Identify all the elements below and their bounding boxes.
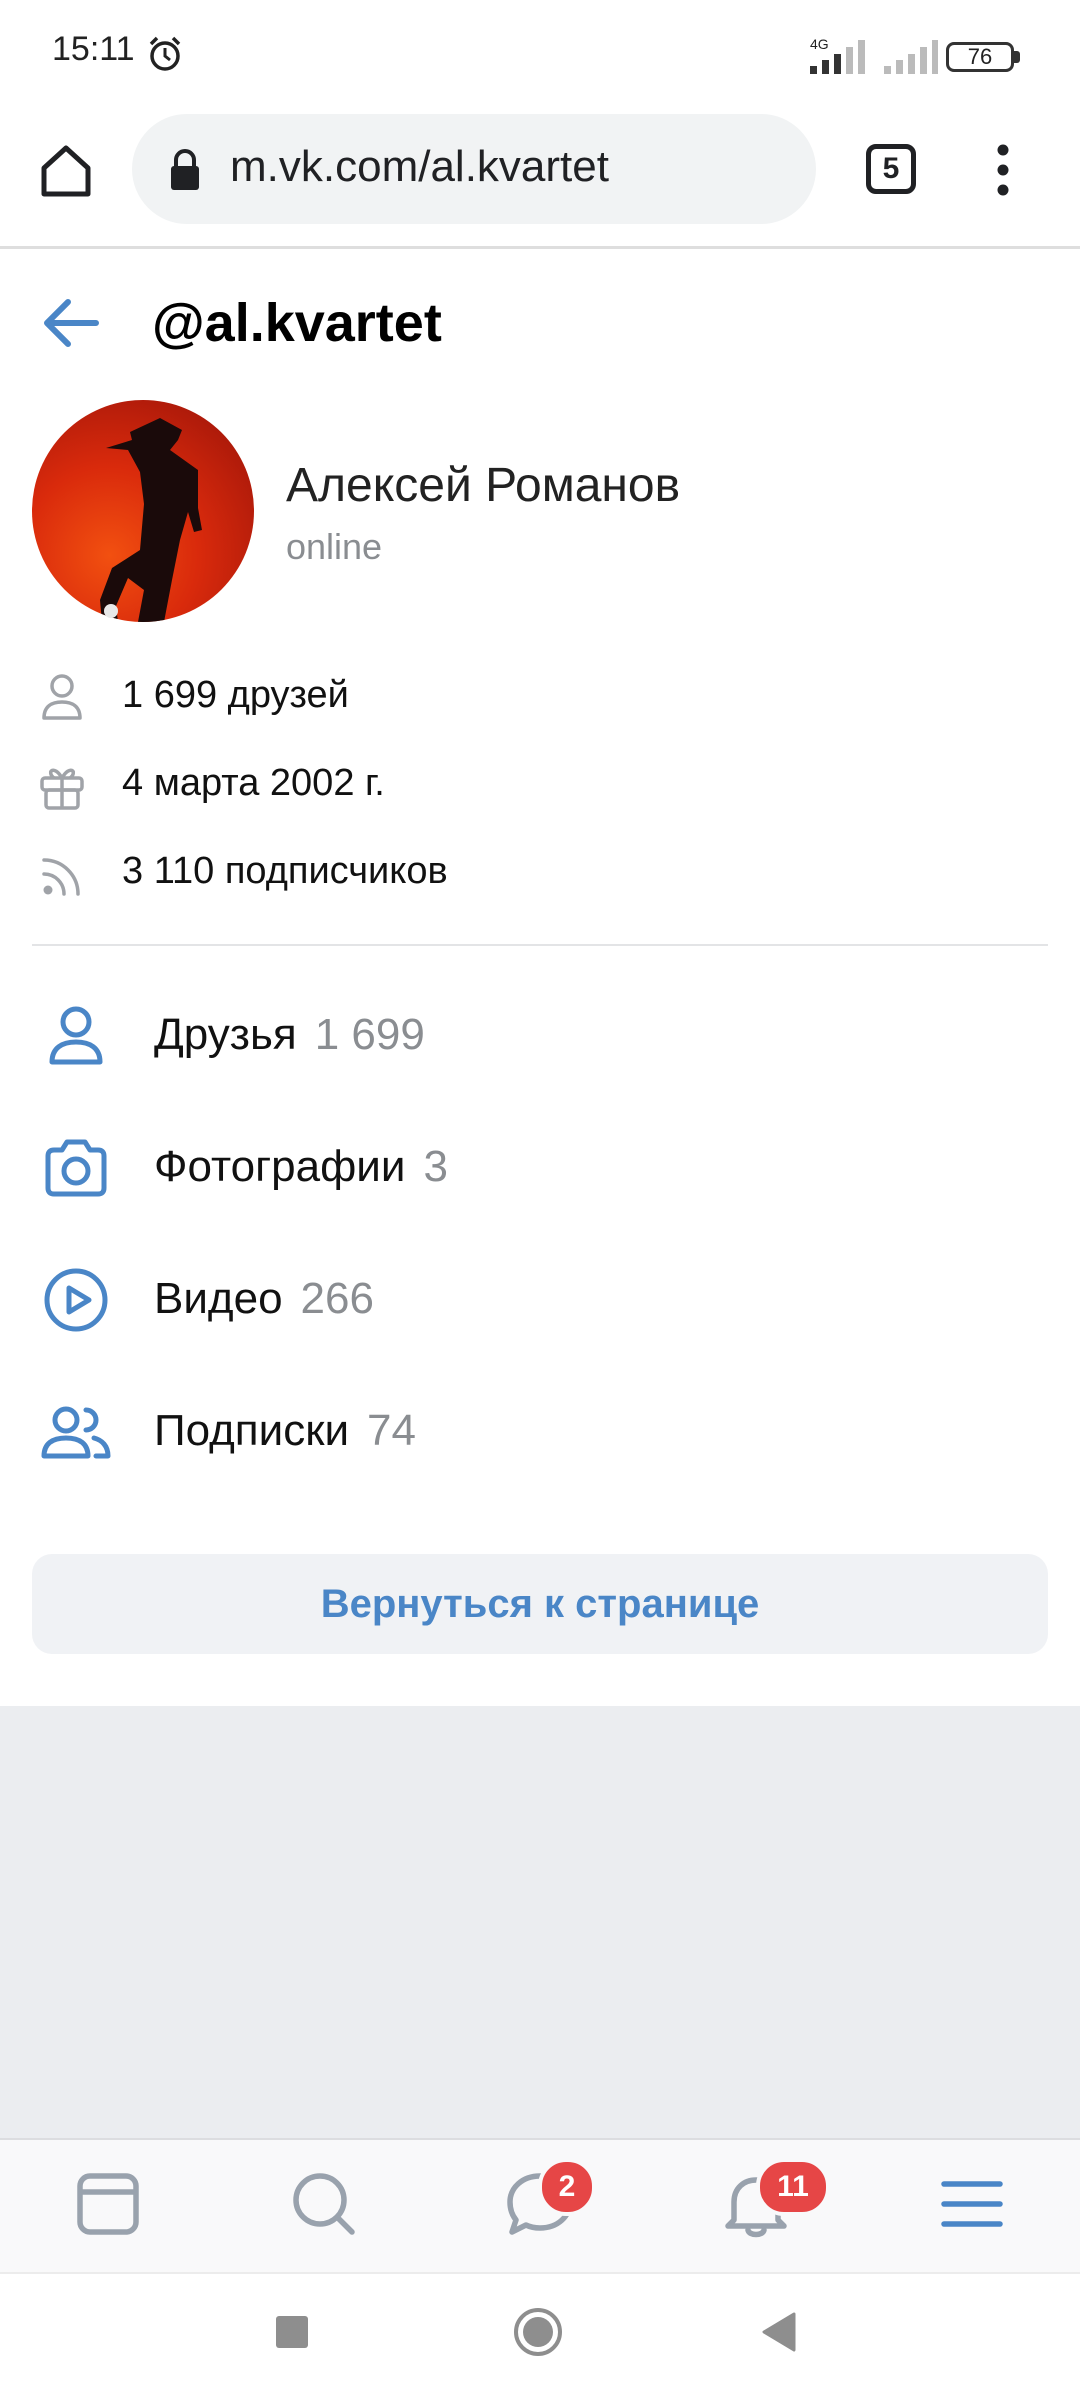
gift-icon (40, 768, 84, 810)
info-friends[interactable]: 1 699 друзей (122, 674, 349, 717)
signal-icon-2 (884, 40, 938, 74)
avatar[interactable] (32, 400, 254, 622)
play-circle-icon (44, 1268, 108, 1332)
back-nav-icon[interactable] (758, 2310, 798, 2354)
profile-status: online (286, 526, 383, 567)
info-birthday: 4 марта 2002 г. (122, 762, 385, 804)
back-to-page-button[interactable]: Вернуться к странице (32, 1554, 1048, 1654)
battery-indicator: 76 (946, 42, 1014, 72)
battery-tip (1014, 51, 1020, 63)
menu-label-subscriptions: Подписки 74 (154, 1406, 416, 1455)
signal-icon (810, 40, 865, 74)
recents-icon[interactable] (274, 2314, 310, 2350)
menu-count-subscriptions: 74 (367, 1406, 416, 1455)
home-icon[interactable] (36, 140, 96, 200)
lock-icon (171, 149, 199, 190)
empty-area (0, 1706, 1080, 2138)
person-icon (49, 1006, 103, 1065)
search-tab-icon[interactable] (284, 2164, 364, 2244)
people-icon (41, 1406, 111, 1459)
more-icon[interactable] (988, 144, 1018, 196)
camera-icon (45, 1139, 107, 1197)
notifications-badge: 11 (756, 2158, 830, 2216)
feed-tab-icon[interactable] (68, 2164, 148, 2244)
status-time: 15:11 (52, 30, 135, 68)
menu-label-photos: Фотографии 3 (154, 1142, 448, 1191)
back-arrow-icon[interactable] (40, 296, 102, 350)
profile-name: Алексей Романов (286, 459, 681, 512)
section-divider (32, 944, 1048, 946)
menu-count-video: 266 (300, 1274, 374, 1323)
rss-icon (42, 858, 80, 896)
messages-badge: 2 (538, 2158, 596, 2216)
online-indicator (104, 604, 118, 618)
menu-count-photos: 3 (423, 1142, 448, 1191)
home-nav-icon[interactable] (512, 2306, 564, 2358)
url-text[interactable]: m.vk.com/al.kvartet (230, 142, 609, 192)
menu-label-friends: Друзья 1 699 (154, 1010, 425, 1059)
tabs-button[interactable]: 5 (866, 144, 916, 194)
menu-count-friends: 1 699 (314, 1010, 425, 1059)
info-followers[interactable]: 3 110 подписчиков (122, 850, 448, 893)
menu-tab-icon[interactable] (932, 2164, 1012, 2244)
browser-divider (0, 246, 1080, 249)
alarm-icon (149, 36, 181, 71)
person-outline-icon (42, 674, 82, 720)
menu-label-video: Видео 266 (154, 1274, 374, 1323)
page-title: @al.kvartet (152, 293, 442, 353)
